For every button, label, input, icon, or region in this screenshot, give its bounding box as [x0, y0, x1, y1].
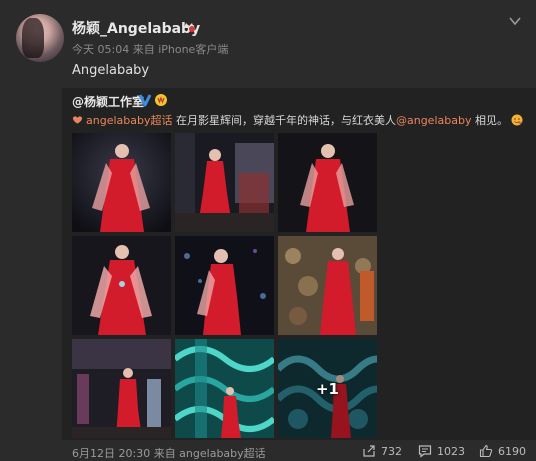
mention-link[interactable]: @angelababy [396, 114, 471, 127]
image-grid: +1 [72, 133, 378, 438]
photo-thumb-9[interactable]: +1 [278, 339, 377, 438]
footer-date: 6月12日 20:30 来自 angelababy超话 [72, 447, 266, 460]
post-meta: 今天 05:04 来自 iPhone客户端 [72, 43, 229, 56]
photo-thumb-6[interactable] [278, 236, 377, 335]
smile-emoji-icon [511, 114, 523, 126]
photo-thumb-3[interactable] [278, 133, 377, 232]
vip-badge-icon [155, 94, 167, 106]
verified-v-icon [138, 94, 152, 107]
chevron-down-icon[interactable] [508, 14, 522, 28]
repost-button[interactable]: 732 [362, 444, 402, 458]
thumbs-up-icon [479, 444, 493, 458]
photo-thumb-8[interactable] [175, 339, 274, 438]
repost-count: 732 [381, 444, 402, 458]
repost-icon [363, 445, 375, 457]
like-count: 6190 [498, 444, 526, 458]
user-avatar[interactable] [16, 14, 64, 62]
photo-thumb-2[interactable] [175, 133, 274, 232]
post-text: Angelababy [72, 63, 150, 78]
photo-thumb-7[interactable] [72, 339, 171, 438]
repost-container[interactable]: @杨颖工作室 angelababy超话 在月影星辉间，穿越千年的神话，与红衣美人… [62, 88, 536, 440]
crown-icon [184, 23, 195, 32]
like-button[interactable]: 6190 [479, 444, 526, 458]
comment-icon [418, 445, 432, 458]
more-images-count[interactable]: +1 [278, 339, 377, 438]
username[interactable]: 杨颖_Angelababy [72, 18, 200, 38]
photo-thumb-5[interactable] [175, 236, 274, 335]
repost-username[interactable]: @杨颖工作室 [72, 93, 144, 110]
weibo-post-card: 杨颖_Angelababy 今天 05:04 来自 iPhone客户端 Ange… [0, 0, 536, 460]
photo-thumb-4[interactable] [72, 236, 171, 335]
photo-thumb-1[interactable] [72, 133, 171, 232]
repost-text-end: 相见。 [471, 114, 508, 127]
comment-count: 1023 [437, 444, 465, 458]
repost-text: angelababy超话 在月影星辉间，穿越千年的神话，与红衣美人@angela… [72, 112, 523, 128]
repost-text-mid: 在月影星辉间，穿越千年的神话，与红衣美人 [172, 114, 396, 127]
supertopic-link[interactable]: angelababy超话 [86, 114, 172, 127]
comment-button[interactable]: 1023 [418, 444, 465, 458]
heart-link-icon [72, 116, 83, 124]
